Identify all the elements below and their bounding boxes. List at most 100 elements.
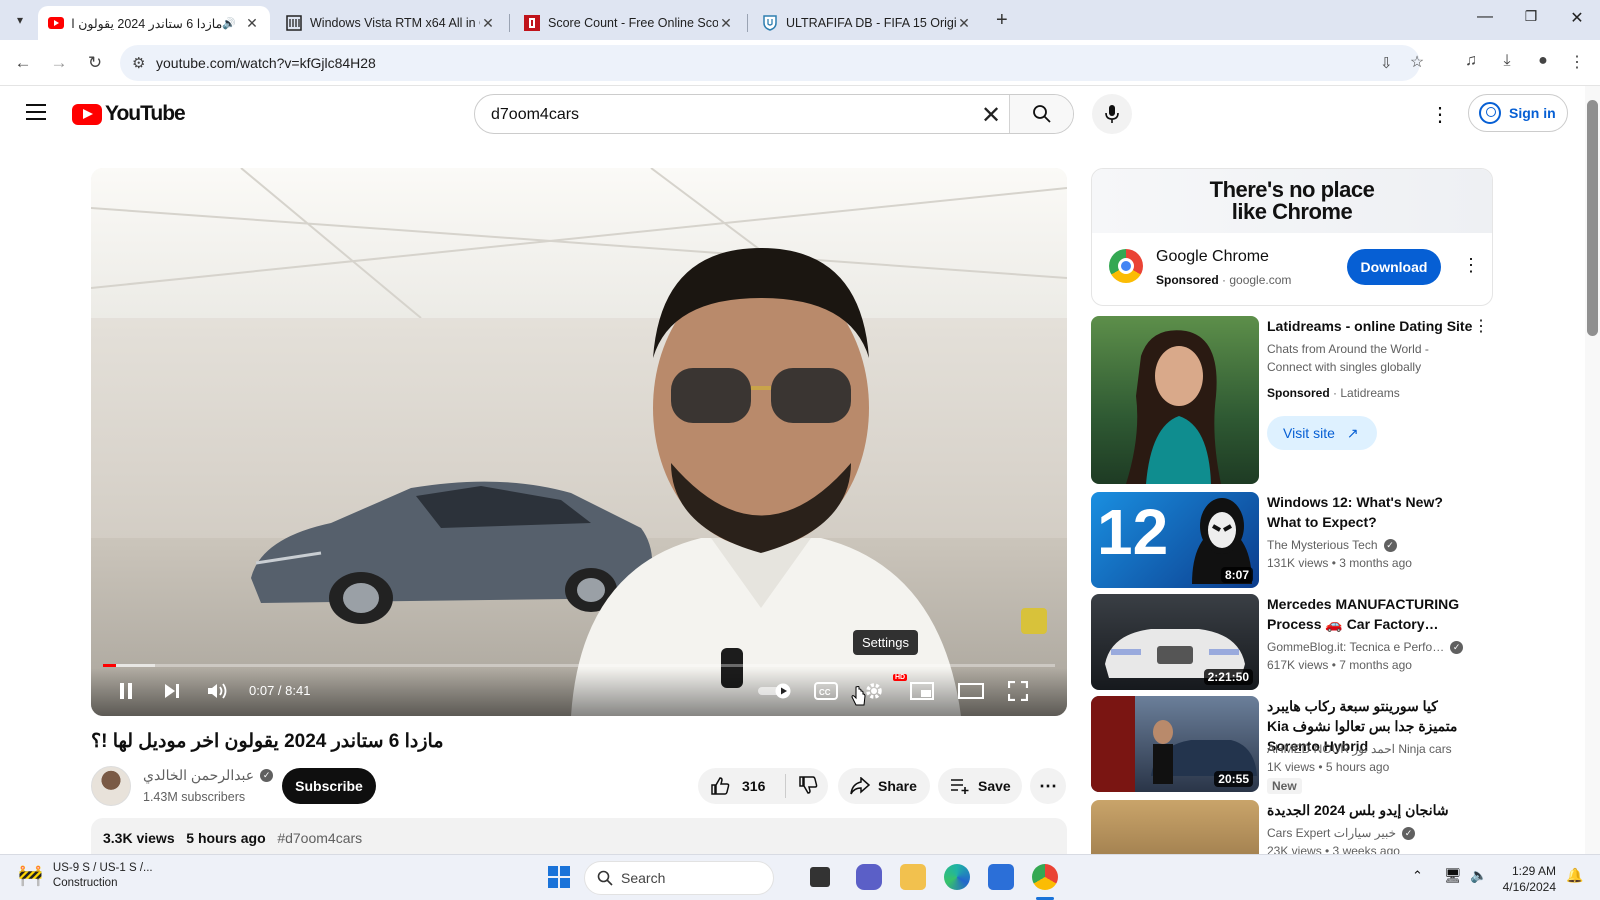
more-actions-icon[interactable]: ⋯ bbox=[1030, 768, 1066, 804]
browser-menu-icon[interactable]: ⋮ bbox=[1566, 52, 1588, 72]
autoplay-toggle[interactable] bbox=[757, 678, 793, 704]
pause-button[interactable] bbox=[113, 678, 139, 704]
page-scrollbar[interactable] bbox=[1585, 86, 1600, 854]
rec-title[interactable]: شانجان إيدو بلس 2024 الجديدة bbox=[1267, 800, 1477, 820]
scrollbar-thumb[interactable] bbox=[1587, 100, 1598, 336]
minimize-icon[interactable]: — bbox=[1470, 8, 1500, 26]
save-button[interactable]: Save bbox=[938, 768, 1022, 804]
visit-site-button[interactable]: Visit site ↗ bbox=[1267, 416, 1377, 450]
downloads-icon[interactable]: ⤓ bbox=[1496, 52, 1518, 70]
rec-channel-row[interactable]: Cars Expert خبير سيارات ✓ bbox=[1267, 824, 1416, 842]
task-view-icon[interactable] bbox=[810, 867, 830, 887]
like-button[interactable]: 316 bbox=[698, 774, 786, 798]
tray-overflow-icon[interactable]: ⌃ bbox=[1412, 868, 1423, 884]
new-tab-icon[interactable]: + bbox=[996, 9, 1008, 32]
miniplayer-button[interactable] bbox=[909, 678, 935, 704]
theater-mode-button[interactable] bbox=[957, 678, 985, 704]
rec-title[interactable]: Windows 12: What's New? What to Expect? bbox=[1267, 492, 1477, 532]
chrome-taskbar-icon[interactable] bbox=[1032, 864, 1058, 890]
video-thumbnail[interactable]: 12 8:07 bbox=[1091, 492, 1259, 588]
rec-channel-row[interactable]: The Mysterious Tech ✓ bbox=[1267, 536, 1397, 554]
search-button[interactable] bbox=[1009, 95, 1073, 133]
file-explorer-icon[interactable] bbox=[900, 864, 926, 890]
tab-search-icon[interactable]: ▾ bbox=[8, 8, 32, 32]
sign-in-button[interactable]: Sign in bbox=[1468, 94, 1568, 132]
audio-playing-icon[interactable]: 🔊 bbox=[222, 17, 236, 30]
recommended-video[interactable]: 20:55 كيا سورينتو سبعة ركاب هايبرد متميز… bbox=[1091, 696, 1493, 794]
media-control-icon[interactable]: ♫ bbox=[1460, 52, 1482, 70]
chrome-ad-card[interactable]: There's no place like Chrome Google Chro… bbox=[1091, 168, 1493, 306]
search-input[interactable]: d7oom4cars bbox=[491, 106, 579, 124]
channel-avatar[interactable] bbox=[91, 766, 131, 806]
video-player[interactable]: Settings 0:07 / 8:41 CC HD bbox=[91, 168, 1067, 716]
video-thumbnail[interactable]: 20:55 bbox=[1091, 696, 1259, 792]
close-tab-icon[interactable]: ✕ bbox=[480, 15, 496, 32]
tab-youtube-video[interactable]: مازدا 6 ستاندر 2024 يقولون ا 🔊 ✕ bbox=[38, 6, 270, 40]
close-tab-icon[interactable]: ✕ bbox=[956, 15, 972, 32]
rec-channel-row[interactable]: GommeBlog.it: Tecnica e Perfo… ✓ bbox=[1267, 638, 1464, 656]
back-icon[interactable]: ← bbox=[12, 52, 34, 74]
rec-channel[interactable]: Cars Expert خبير سيارات bbox=[1267, 824, 1396, 842]
youtube-logo[interactable]: YouTube bbox=[72, 102, 186, 126]
progress-bar[interactable] bbox=[103, 664, 1055, 667]
forward-icon[interactable]: → bbox=[48, 52, 70, 74]
close-window-icon[interactable]: ✕ bbox=[1562, 8, 1592, 28]
rec-channel[interactable]: GommeBlog.it: Tecnica e Perfo… bbox=[1267, 638, 1444, 656]
address-bar[interactable]: ⚙ youtube.com/watch?v=kfGjlc84H28 ⇩ bbox=[120, 45, 1420, 81]
microsoft-store-icon[interactable] bbox=[988, 864, 1014, 890]
edge-browser-icon[interactable] bbox=[944, 864, 970, 890]
channel-name-row[interactable]: عبدالرحمن الخالدي ✓ bbox=[143, 767, 274, 784]
install-app-icon[interactable]: ⇩ bbox=[1380, 54, 1393, 72]
channel-name[interactable]: عبدالرحمن الخالدي bbox=[143, 767, 254, 784]
recommended-video[interactable]: 12 8:07 Windows 12: What's New? What to … bbox=[1091, 492, 1493, 588]
search-box[interactable]: d7oom4cars ✕ bbox=[474, 94, 1074, 134]
video-thumbnail[interactable] bbox=[1091, 800, 1259, 854]
rec-channel[interactable]: AHMED NOUR احمد نور Ninja cars bbox=[1267, 740, 1452, 758]
video-thumbnail[interactable]: 2:21:50 bbox=[1091, 594, 1259, 690]
site-info-icon[interactable]: ⚙ bbox=[132, 54, 145, 72]
network-icon[interactable]: 🖥 bbox=[1444, 867, 1462, 884]
channel-watermark-icon[interactable] bbox=[1021, 608, 1047, 634]
fullscreen-button[interactable] bbox=[1005, 678, 1031, 704]
captions-button[interactable]: CC bbox=[813, 678, 839, 704]
download-button[interactable]: Download bbox=[1347, 249, 1441, 285]
windows-start-icon[interactable] bbox=[546, 864, 572, 890]
dislike-button[interactable] bbox=[786, 775, 818, 798]
sponsored-recommendation[interactable]: Latidreams - online Dating Site ⋮ Chats … bbox=[1091, 316, 1493, 484]
profile-icon[interactable]: ● bbox=[1532, 52, 1554, 70]
notification-bell-icon[interactable]: 🔔 bbox=[1566, 867, 1583, 884]
bookmark-star-icon[interactable]: ☆ bbox=[1406, 52, 1428, 72]
ad-menu-kebab-icon[interactable]: ⋮ bbox=[1462, 255, 1480, 276]
ad-banner[interactable]: There's no place like Chrome bbox=[1092, 169, 1492, 233]
rec-channel[interactable]: The Mysterious Tech bbox=[1267, 536, 1378, 554]
subscribe-button[interactable]: Subscribe bbox=[282, 768, 376, 804]
rec-title[interactable]: Mercedes MANUFACTURING Process 🚗 Car Fac… bbox=[1267, 594, 1477, 634]
tab-score-count[interactable]: Score Count - Free Online Scor ✕ bbox=[514, 6, 744, 40]
clear-search-icon[interactable]: ✕ bbox=[981, 101, 1001, 130]
recommended-video[interactable]: 2:21:50 Mercedes MANUFACTURING Process 🚗… bbox=[1091, 594, 1493, 690]
settings-kebab-icon[interactable]: ⋮ bbox=[1430, 102, 1450, 127]
taskbar-search[interactable]: Search bbox=[584, 861, 774, 895]
volume-button[interactable] bbox=[205, 678, 231, 704]
taskbar-clock[interactable]: 1:29 AM 4/16/2024 bbox=[1498, 863, 1556, 895]
ad-thumbnail[interactable] bbox=[1091, 316, 1259, 484]
rec-title[interactable]: Latidreams - online Dating Site bbox=[1267, 316, 1477, 336]
recommended-video[interactable]: شانجان إيدو بلس 2024 الجديدة Cars Expert… bbox=[1091, 800, 1493, 854]
traffic-widget[interactable]: 🚧 US-9 S / US-1 S /... Construction bbox=[18, 861, 153, 891]
tab-windows-vista[interactable]: Windows Vista RTM x64 All in O ✕ bbox=[276, 6, 506, 40]
hashtag-link[interactable]: #d7oom4cars bbox=[277, 830, 362, 846]
description-box[interactable]: 3.3K views 5 hours ago #d7oom4cars bbox=[91, 818, 1067, 858]
speaker-icon[interactable]: 🔈 bbox=[1470, 867, 1487, 884]
reload-icon[interactable]: ↻ bbox=[84, 52, 106, 74]
restore-icon[interactable]: ❐ bbox=[1516, 8, 1546, 25]
share-button[interactable]: Share bbox=[838, 768, 930, 804]
rec-menu-kebab-icon[interactable]: ⋮ bbox=[1473, 316, 1489, 336]
close-tab-icon[interactable]: ✕ bbox=[244, 15, 260, 32]
time-display: 0:07 / 8:41 bbox=[249, 683, 311, 698]
tab-ultrafifa[interactable]: ULTRAFIFA DB - FIFA 15 Origina ✕ bbox=[752, 6, 982, 40]
menu-hamburger-icon[interactable] bbox=[26, 104, 46, 120]
voice-search-button[interactable] bbox=[1092, 94, 1132, 134]
next-video-button[interactable] bbox=[159, 678, 185, 704]
teams-chat-icon[interactable] bbox=[856, 864, 882, 890]
close-tab-icon[interactable]: ✕ bbox=[718, 15, 734, 32]
